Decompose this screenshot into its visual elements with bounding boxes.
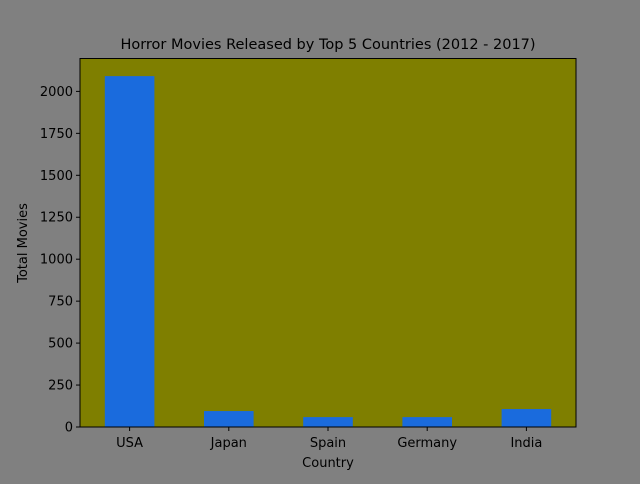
bar-spain: [303, 417, 353, 427]
y-axis-label: Total Movies: [16, 203, 31, 284]
y-tick-label: 2000: [40, 85, 73, 100]
y-tick-label: 0: [65, 421, 73, 436]
x-axis-label: Country: [302, 456, 354, 471]
y-tick-label: 1250: [40, 211, 73, 226]
bar-chart: USA Japan Spain Germany India 0 250 500 750 1000…: [16, 37, 577, 471]
x-tick-label: Spain: [310, 436, 346, 451]
bar-india: [501, 409, 552, 427]
y-tick-label: 1000: [40, 253, 73, 268]
x-tick-label: USA: [116, 436, 143, 451]
bar-germany: [402, 417, 452, 427]
bar-japan: [204, 411, 254, 427]
x-tick-label: Japan: [210, 436, 247, 451]
y-tick-label: 250: [48, 379, 73, 394]
chart-title: Horror Movies Released by Top 5 Countrie…: [120, 37, 535, 53]
x-tick-label: India: [510, 436, 542, 451]
y-tick-label: 1500: [40, 169, 73, 184]
y-tick-label: 1750: [40, 127, 73, 142]
y-tick-label: 750: [48, 295, 73, 310]
y-tick-label: 500: [48, 337, 73, 352]
x-tick-label: Germany: [397, 436, 457, 451]
bar-usa: [104, 76, 155, 427]
